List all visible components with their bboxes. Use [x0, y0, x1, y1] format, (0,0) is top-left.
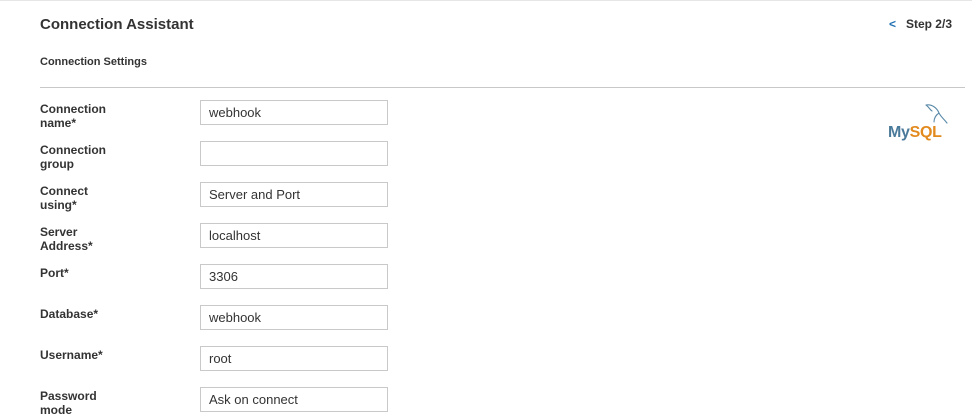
- connection-group-label: Connection group: [40, 143, 106, 171]
- connection-name-label: Connection name*: [40, 102, 106, 130]
- connection-name-input[interactable]: [200, 100, 388, 125]
- mysql-wordmark: MySQL: [888, 124, 942, 142]
- username-label: Username*: [40, 348, 103, 362]
- logo-text-sql: SQL: [909, 124, 942, 141]
- username-input[interactable]: [200, 346, 388, 371]
- password-mode-select[interactable]: [200, 387, 388, 412]
- top-divider: [0, 0, 972, 1]
- server-address-input[interactable]: [200, 223, 388, 248]
- page-title: Connection Assistant: [40, 16, 194, 33]
- connection-group-input[interactable]: [200, 141, 388, 166]
- port-label: Port*: [40, 266, 69, 280]
- step-indicator: < Step 2/3: [889, 17, 952, 31]
- logo-text-my: My: [888, 124, 910, 141]
- section-title: Connection Settings: [40, 56, 147, 68]
- section-divider: [40, 87, 965, 88]
- port-input[interactable]: [200, 264, 388, 289]
- mysql-logo: MySQL: [888, 103, 954, 147]
- password-mode-label: Password mode: [40, 389, 97, 417]
- server-address-label: Server Address*: [40, 225, 93, 253]
- connect-using-label: Connect using*: [40, 184, 88, 212]
- back-step-button[interactable]: <: [889, 17, 896, 31]
- connect-using-select[interactable]: [200, 182, 388, 207]
- step-label: Step 2/3: [905, 17, 952, 31]
- database-input[interactable]: [200, 305, 388, 330]
- database-label: Database*: [40, 307, 99, 321]
- connection-assistant-page: Connection Assistant < Step 2/3 Connecti…: [0, 0, 972, 420]
